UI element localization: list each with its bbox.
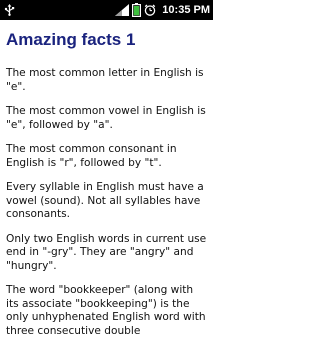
fact-paragraph: The most common consonant in English is … — [6, 143, 177, 169]
status-time: 10:35 PM — [162, 4, 210, 16]
battery-icon — [132, 3, 142, 17]
fact-content[interactable]: Amazing facts 1 The most common letter i… — [0, 20, 213, 355]
fact-paragraph: The word "bookkeeper" (along with its as… — [6, 284, 206, 337]
fact-paragraph: The most common vowel in English is "e",… — [6, 105, 206, 131]
signal-strength-icon — [115, 4, 130, 16]
status-bar: 10:35 PM — [0, 0, 213, 20]
fact-paragraph: Every syllable in English must have a vo… — [6, 181, 204, 220]
alarm-icon — [144, 4, 156, 16]
fact-paragraph: Only two English words in current use en… — [6, 232, 207, 272]
fact-paragraph: The most common letter in English is "e"… — [6, 67, 204, 93]
usb-icon — [4, 4, 15, 16]
page-title: Amazing facts 1 — [6, 30, 136, 49]
